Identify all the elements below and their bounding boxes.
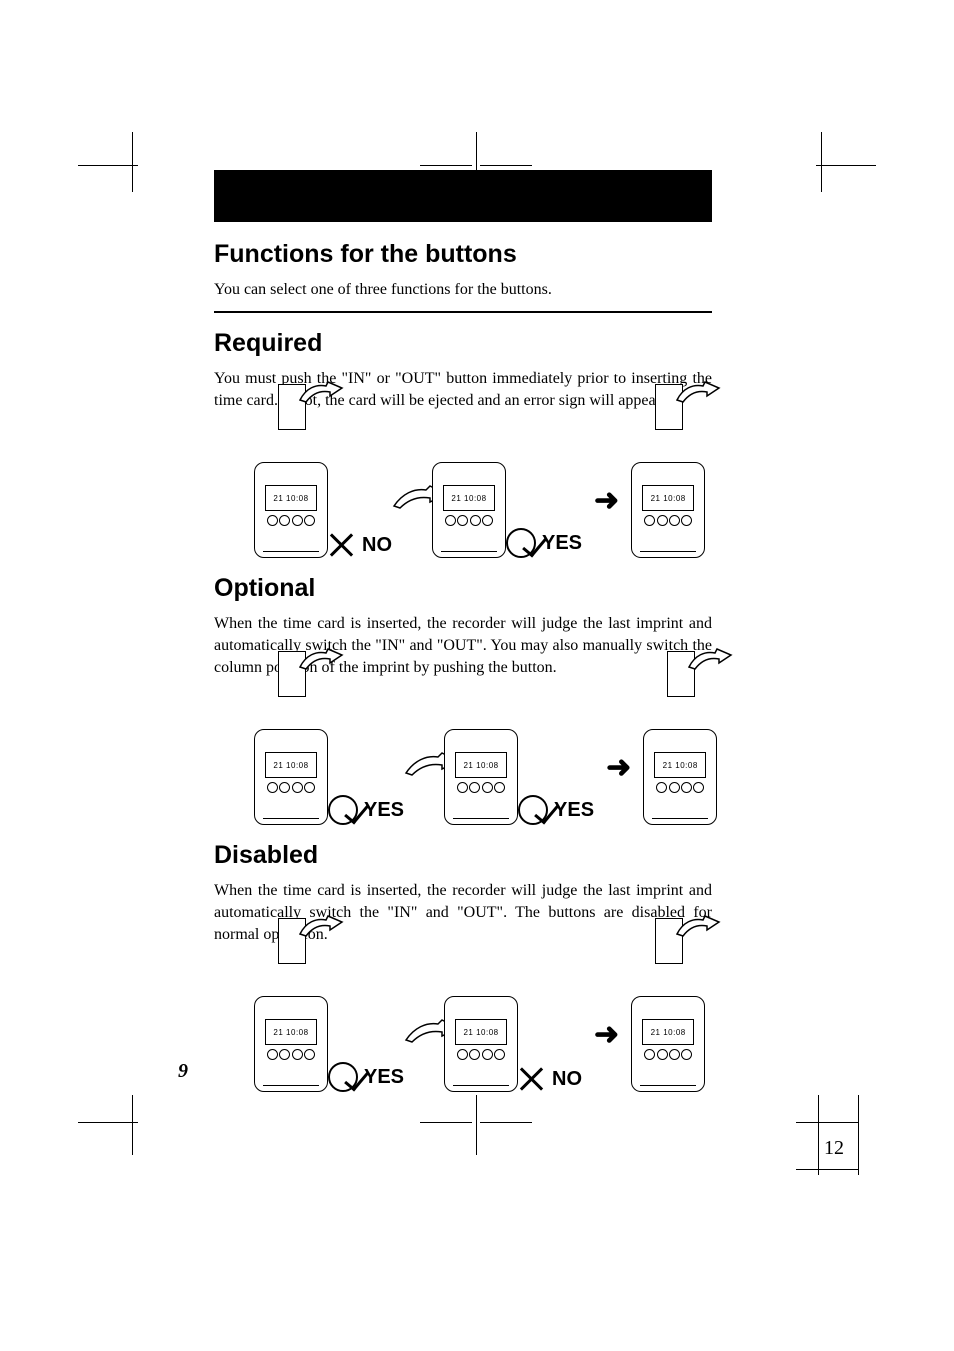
crop-mark-bottom-right: 12: [796, 1095, 876, 1195]
hand-insert-icon: [687, 645, 737, 675]
hand-insert-icon: [675, 912, 725, 942]
figure-disabled-push: 21 10:08 NO ➜ 21 10:08: [444, 956, 705, 1092]
device-display: 21 10:08: [265, 1019, 317, 1045]
device-display: 21 10:08: [642, 1019, 694, 1045]
recorder-device-icon: 21 10:08: [631, 996, 705, 1092]
heading-functions: Functions for the buttons: [214, 240, 712, 269]
hand-insert-icon: [675, 378, 725, 408]
cross-icon: [518, 1066, 544, 1092]
hand-insert-icon: [298, 645, 348, 675]
device-display: 21 10:08: [265, 752, 317, 778]
label-no: NO: [552, 1068, 582, 1091]
main-content: Functions for the buttons You can select…: [214, 226, 712, 1092]
arrow-icon: ➜: [606, 750, 631, 785]
cross-icon: [328, 532, 354, 558]
figure-row-optional: 21 10:08 YES 21 10:08: [254, 689, 712, 825]
device-display: 21 10:08: [443, 485, 495, 511]
label-yes: YES: [542, 532, 582, 555]
arrow-icon: ➜: [594, 1017, 619, 1052]
figure-optional-insert: 21 10:08 YES: [254, 689, 404, 825]
label-yes: YES: [364, 1066, 404, 1089]
recorder-device-icon: 21 10:08: [444, 729, 518, 825]
figure-row-disabled: 21 10:08 YES 21 10:08: [254, 956, 712, 1092]
manual-page: 12 Functions for the buttons You can sel…: [0, 0, 954, 1351]
recorder-device-icon: 21 10:08: [643, 729, 717, 825]
figure-required-yes: 21 10:08 YES ➜ 21: [432, 422, 705, 558]
device-display: 21 10:08: [455, 752, 507, 778]
device-display: 21 10:08: [265, 485, 317, 511]
label-yes: YES: [364, 799, 404, 822]
label-no: NO: [362, 534, 392, 557]
recorder-device-icon: 21 10:08: [432, 462, 506, 558]
figure-optional-push: 21 10:08 YES ➜ 21: [444, 689, 717, 825]
page-number-side: 9: [178, 1060, 188, 1083]
recorder-device-icon: 21 10:08: [254, 462, 328, 558]
text-functions: You can select one of three functions fo…: [214, 279, 712, 301]
figure-row-required: 21 10:08 NO 21 10:08: [254, 422, 712, 558]
hand-insert-icon: [298, 378, 348, 408]
device-display: 21 10:08: [654, 752, 706, 778]
heading-required: Required: [214, 329, 712, 358]
recorder-device-icon: 21 10:08: [254, 996, 328, 1092]
label-yes: YES: [554, 799, 594, 822]
recorder-device-icon: 21 10:08: [631, 462, 705, 558]
heading-disabled: Disabled: [214, 841, 712, 870]
page-number-corner: 12: [824, 1137, 844, 1160]
device-display: 21 10:08: [642, 485, 694, 511]
arrow-icon: ➜: [594, 483, 619, 518]
device-display: 21 10:08: [455, 1019, 507, 1045]
hand-insert-icon: [298, 912, 348, 942]
recorder-device-icon: 21 10:08: [444, 996, 518, 1092]
heading-optional: Optional: [214, 574, 712, 603]
figure-disabled-insert: 21 10:08 YES: [254, 956, 404, 1092]
figure-required-no: 21 10:08 NO: [254, 422, 392, 558]
header-black-band: [214, 170, 712, 222]
recorder-device-icon: 21 10:08: [254, 729, 328, 825]
rule: [214, 311, 712, 313]
